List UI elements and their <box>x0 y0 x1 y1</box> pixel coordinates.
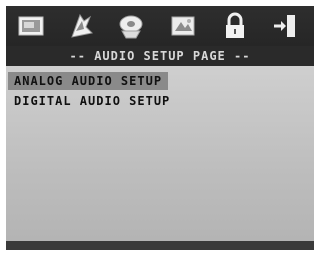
help-bar <box>6 241 314 250</box>
general-setup-icon[interactable] <box>16 11 46 41</box>
audio-setup-icon[interactable] <box>66 11 96 41</box>
menu-item-digital-audio-setup[interactable]: DIGITAL AUDIO SETUP <box>8 92 176 110</box>
page-title: -- AUDIO SETUP PAGE -- <box>6 46 314 66</box>
setup-category-bar <box>6 6 314 46</box>
dvd-setup-screen: -- AUDIO SETUP PAGE -- ANALOG AUDIO SETU… <box>0 0 322 254</box>
menu-item-analog-audio-setup[interactable]: ANALOG AUDIO SETUP <box>8 72 169 90</box>
osd-menu: -- AUDIO SETUP PAGE -- ANALOG AUDIO SETU… <box>6 6 314 250</box>
exit-icon[interactable] <box>270 11 300 41</box>
password-lock-icon[interactable] <box>220 11 250 41</box>
preference-icon[interactable] <box>168 11 198 41</box>
video-setup-icon[interactable] <box>116 11 146 41</box>
menu-panel: ANALOG AUDIO SETUP DIGITAL AUDIO SETUP <box>6 66 314 241</box>
